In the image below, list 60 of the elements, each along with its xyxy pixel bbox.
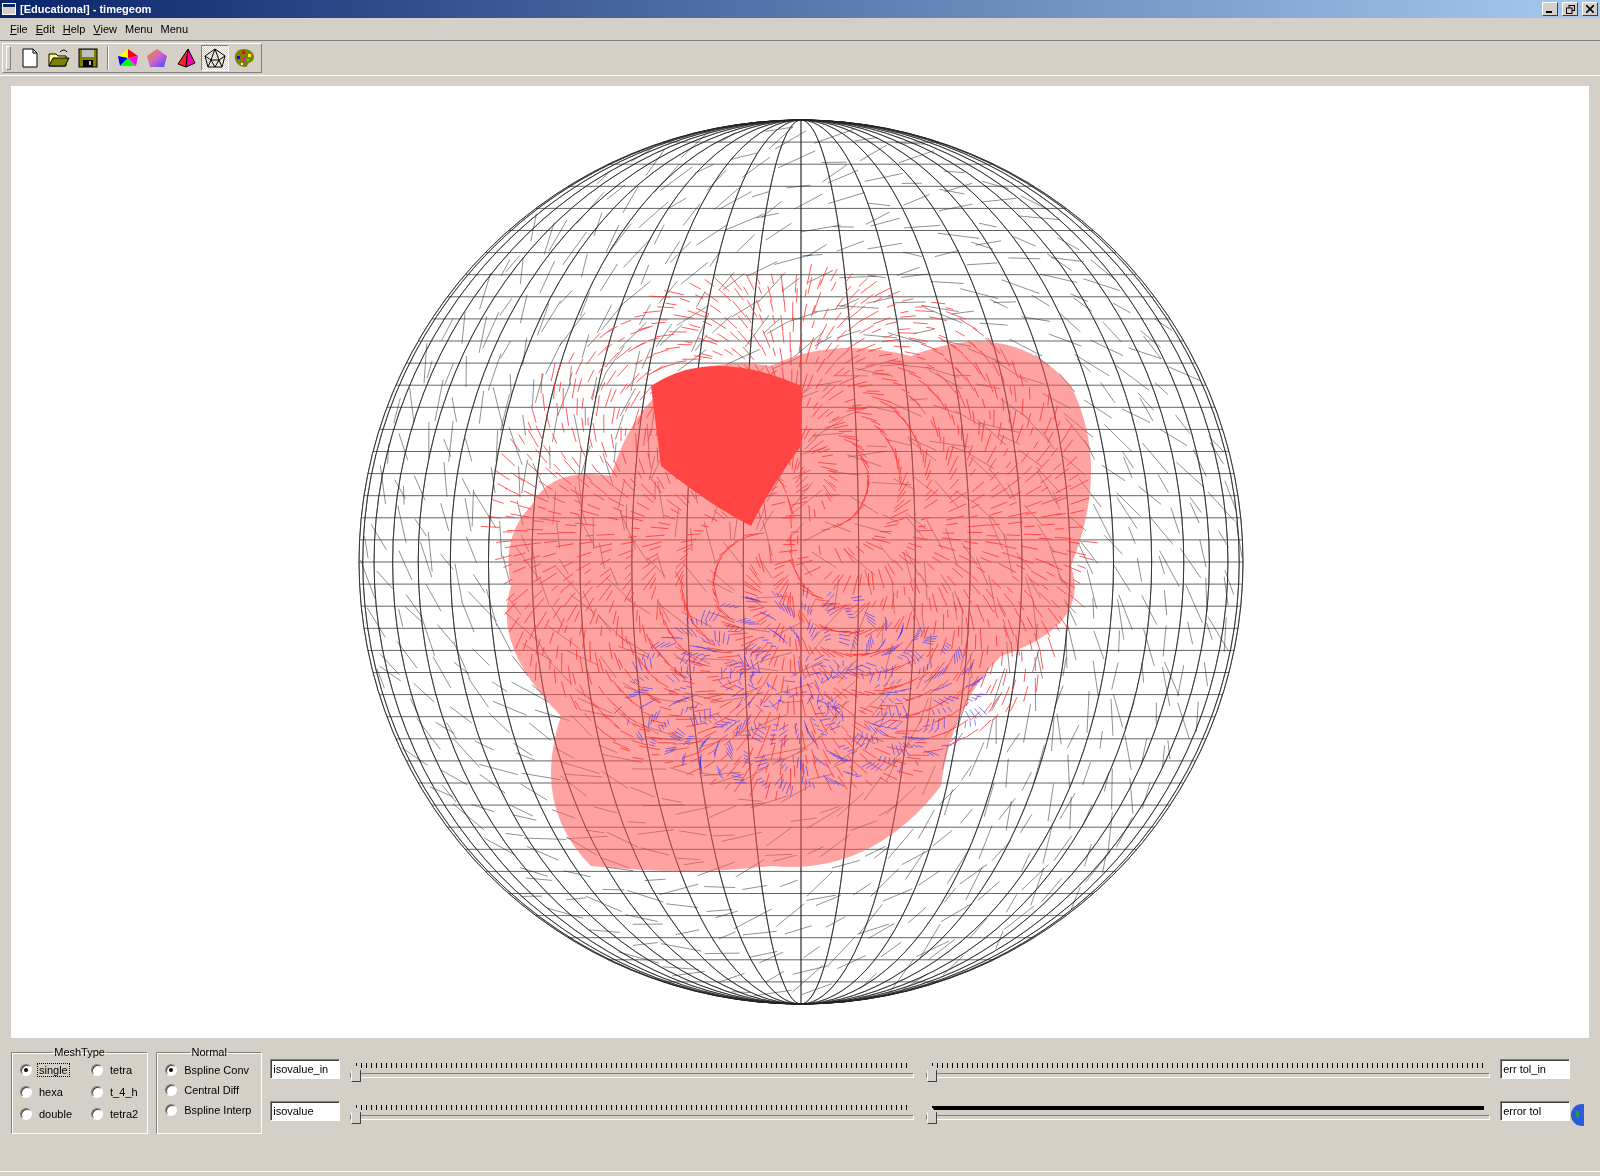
option-label: Bspline Conv [183,1064,250,1076]
radio-option[interactable]: Bspline Conv [165,1064,254,1076]
slider-thumb[interactable] [351,1108,362,1124]
option-label: Bspline Interp [183,1104,253,1116]
blank-page-icon [22,48,38,68]
option-label: single [38,1064,69,1076]
window-icon [2,3,16,15]
viewport-canvas[interactable] [11,86,1589,1038]
menu-item[interactable]: Menu [121,23,157,35]
menu-item[interactable]: Help [58,23,90,35]
menu-item[interactable]: View [89,23,121,35]
radio-button[interactable] [91,1064,104,1076]
color-wheel-icon [117,48,139,68]
radio-option[interactable]: Central Diff [165,1084,254,1096]
slider-thumb[interactable] [927,1066,938,1082]
slider-thumb[interactable] [351,1066,362,1082]
option-label: tetra [109,1064,134,1076]
toolbar-button[interactable] [201,45,229,71]
group-title: Normal [190,1046,228,1058]
radio-button[interactable] [165,1104,178,1116]
radio-option[interactable]: hexa [20,1086,74,1098]
close-button[interactable] [1582,2,1598,16]
radio-option[interactable]: t_4_h [91,1086,140,1098]
minimize-button[interactable] [1542,2,1558,16]
pyramid-icon [175,48,197,68]
gradient-pentagon-icon [146,48,168,68]
input-field[interactable]: err tol_in [1500,1059,1571,1079]
radio-option[interactable]: single [20,1064,74,1076]
window-title: [Educational] - timegeom [20,3,153,15]
radio-button[interactable] [20,1108,32,1120]
wireframe-pentagon-icon [204,48,226,68]
radio-button[interactable] [165,1084,178,1096]
option-label: double [38,1108,74,1120]
radio-option[interactable]: tetra2 [91,1108,140,1120]
radio-option[interactable]: Bspline Interp [165,1104,254,1116]
radio-button[interactable] [91,1086,104,1098]
folder-icon [48,48,70,68]
slider-thumb[interactable] [927,1108,938,1124]
radio-button[interactable] [91,1108,104,1120]
option-label: tetra2 [109,1108,140,1120]
option-label: Central Diff [183,1084,240,1096]
menu-item[interactable]: Menu [156,23,193,35]
option-label: t_4_h [109,1086,139,1098]
globe-icon [1570,1104,1585,1126]
radio-button[interactable] [20,1064,32,1076]
radio-option[interactable]: double [20,1108,74,1120]
palette-icon [233,48,255,68]
restore-icon [1565,4,1575,14]
input-field[interactable]: isovalue [270,1101,341,1121]
menu-item[interactable]: Edit [31,23,59,35]
menu-item[interactable]: File [6,23,32,35]
restore-button[interactable] [1562,2,1578,16]
radio-button[interactable] [165,1064,178,1076]
group-title: MeshType [53,1046,106,1058]
close-icon [1586,5,1594,13]
option-label: hexa [38,1086,64,1098]
input-field[interactable]: isovalue_in [270,1059,341,1079]
radio-option[interactable]: tetra [91,1064,140,1076]
radio-button[interactable] [20,1086,32,1098]
input-field[interactable]: error tol [1500,1101,1571,1121]
